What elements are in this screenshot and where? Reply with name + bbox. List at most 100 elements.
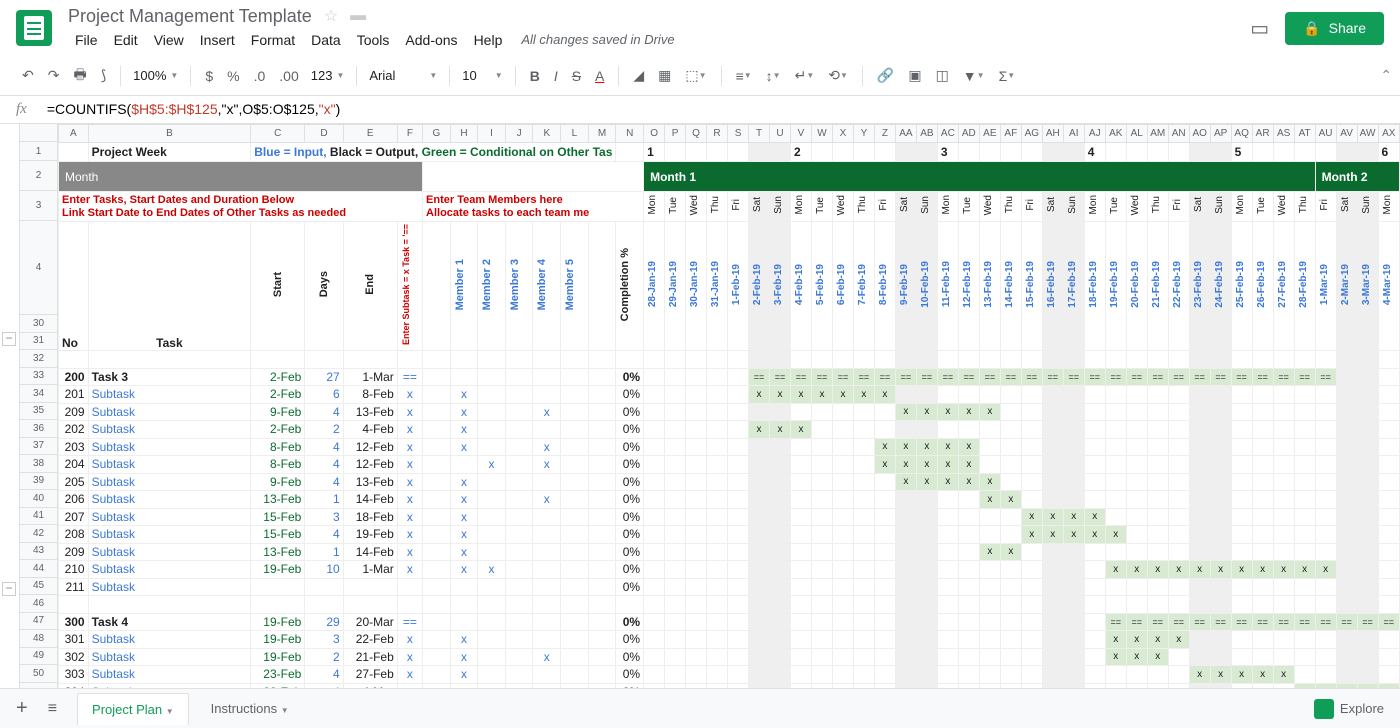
cell[interactable]: Member 2 xyxy=(478,222,506,351)
row-header[interactable]: 48 xyxy=(20,630,57,648)
cell[interactable] xyxy=(1378,561,1399,579)
row-header[interactable]: 3 xyxy=(20,191,57,221)
cell[interactable] xyxy=(1147,438,1168,456)
cell[interactable]: 13-Feb xyxy=(343,473,397,491)
cell[interactable] xyxy=(811,631,832,649)
cell[interactable] xyxy=(790,613,811,631)
cell[interactable] xyxy=(1042,648,1063,666)
cell[interactable] xyxy=(979,596,1000,614)
cell[interactable] xyxy=(1147,543,1168,561)
cell[interactable] xyxy=(1021,386,1042,404)
cell[interactable] xyxy=(707,143,728,162)
cell[interactable] xyxy=(853,351,874,369)
halign-icon[interactable]: ≡▼ xyxy=(730,64,758,88)
cell[interactable]: == xyxy=(1210,613,1231,631)
cell[interactable] xyxy=(1084,456,1105,474)
cell[interactable] xyxy=(1231,543,1252,561)
cell[interactable]: Fri xyxy=(1021,192,1042,222)
cell[interactable] xyxy=(790,648,811,666)
col-header[interactable]: AB xyxy=(916,125,937,143)
cell[interactable]: 200 xyxy=(59,368,89,386)
cell[interactable] xyxy=(895,596,916,614)
cell[interactable] xyxy=(478,368,506,386)
cell[interactable]: 8-Feb xyxy=(251,438,305,456)
cell[interactable]: 205 xyxy=(59,473,89,491)
cell[interactable]: == xyxy=(1357,613,1378,631)
cell[interactable]: 13-Feb-19 xyxy=(979,222,1000,351)
cell[interactable] xyxy=(728,631,749,649)
col-header[interactable]: AH xyxy=(1042,125,1063,143)
col-header[interactable]: G xyxy=(423,125,451,143)
col-header[interactable]: AT xyxy=(1294,125,1315,143)
cell[interactable]: 210 xyxy=(59,561,89,579)
cell[interactable] xyxy=(707,351,728,369)
row-header[interactable]: 50 xyxy=(20,665,57,683)
cell[interactable] xyxy=(1021,421,1042,439)
cell[interactable] xyxy=(1210,648,1231,666)
cell[interactable] xyxy=(728,596,749,614)
cell[interactable] xyxy=(1168,456,1189,474)
cell[interactable]: Days xyxy=(305,222,343,351)
cell[interactable] xyxy=(916,666,937,684)
cell[interactable] xyxy=(644,666,665,684)
cell[interactable]: x xyxy=(1126,561,1147,579)
cell[interactable] xyxy=(749,666,770,684)
cell[interactable]: x xyxy=(749,386,770,404)
cell[interactable] xyxy=(423,351,451,369)
cell[interactable]: 9-Feb-19 xyxy=(895,222,916,351)
cell[interactable] xyxy=(305,578,343,596)
cell[interactable] xyxy=(686,421,707,439)
cell[interactable] xyxy=(505,526,533,544)
cell[interactable]: Subtask xyxy=(88,438,251,456)
cell[interactable]: 3 xyxy=(937,143,958,162)
cell[interactable]: 18-Feb-19 xyxy=(1084,222,1105,351)
cell[interactable] xyxy=(505,648,533,666)
cell[interactable]: 1 xyxy=(644,143,665,162)
cell[interactable] xyxy=(811,438,832,456)
cell[interactable]: x xyxy=(832,386,853,404)
cell[interactable] xyxy=(1378,543,1399,561)
cell[interactable] xyxy=(1000,438,1021,456)
font-select[interactable]: Arial▼ xyxy=(365,66,441,85)
cell[interactable]: == xyxy=(1105,613,1126,631)
cell[interactable] xyxy=(1168,421,1189,439)
cell[interactable]: 18-Feb xyxy=(343,508,397,526)
cell[interactable] xyxy=(1189,421,1210,439)
cell[interactable]: Subtask xyxy=(88,473,251,491)
col-header[interactable]: R xyxy=(707,125,728,143)
row-header[interactable]: 4 xyxy=(20,221,57,315)
cell[interactable] xyxy=(770,508,791,526)
cell[interactable] xyxy=(1336,421,1357,439)
wrap-icon[interactable]: ↵▼ xyxy=(789,63,821,88)
cell[interactable]: x xyxy=(979,473,1000,491)
cell[interactable]: 0% xyxy=(616,473,644,491)
col-header[interactable]: AW xyxy=(1357,125,1378,143)
cell[interactable] xyxy=(1252,596,1273,614)
cell[interactable] xyxy=(561,438,589,456)
borders-icon[interactable]: ▦ xyxy=(652,63,677,88)
cell[interactable]: 0% xyxy=(616,631,644,649)
cell[interactable] xyxy=(916,613,937,631)
cell[interactable] xyxy=(937,561,958,579)
cell[interactable] xyxy=(1063,561,1084,579)
cell[interactable] xyxy=(1063,648,1084,666)
format-select[interactable]: 123▼ xyxy=(307,66,349,85)
cell[interactable] xyxy=(1294,351,1315,369)
cell[interactable] xyxy=(874,543,895,561)
cell[interactable] xyxy=(665,508,686,526)
cell[interactable] xyxy=(1315,403,1336,421)
cell[interactable] xyxy=(749,648,770,666)
cell[interactable] xyxy=(1147,491,1168,509)
cell[interactable]: 19-Feb xyxy=(251,561,305,579)
cell[interactable]: == xyxy=(874,368,895,386)
cell[interactable]: Month 2 xyxy=(1315,162,1399,192)
cell[interactable] xyxy=(1000,561,1021,579)
cell[interactable] xyxy=(749,456,770,474)
cell[interactable] xyxy=(832,596,853,614)
cell[interactable] xyxy=(874,613,895,631)
cell[interactable] xyxy=(478,578,506,596)
cell[interactable] xyxy=(478,596,506,614)
cell[interactable]: 8-Feb xyxy=(251,456,305,474)
cell[interactable] xyxy=(1378,508,1399,526)
cell[interactable]: 21-Feb xyxy=(343,648,397,666)
